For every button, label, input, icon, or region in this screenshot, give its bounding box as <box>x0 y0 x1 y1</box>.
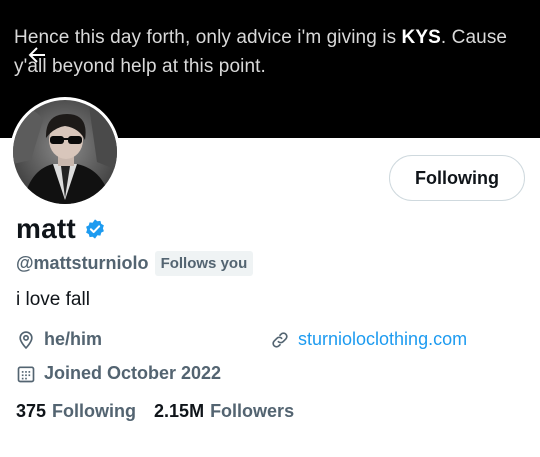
joined-date-item: Joined October 2022 <box>16 363 221 384</box>
pronouns-item: he/him <box>16 329 102 350</box>
following-label: Following <box>52 401 137 421</box>
followers-count: 2.15M <box>154 401 205 421</box>
calendar-icon <box>17 366 35 382</box>
avatar[interactable] <box>10 97 120 207</box>
banner-text-line1-strong: KYS <box>401 27 441 48</box>
back-button[interactable] <box>20 38 54 72</box>
follow-stats: 375 Following 2.15M Followers <box>16 401 294 422</box>
followers-label: Followers <box>210 401 295 421</box>
followers-count-link[interactable]: 2.15M Followers <box>154 401 294 422</box>
handle-row: @mattsturniolo Follows you <box>16 251 254 276</box>
pronouns-text: he/him <box>44 329 103 349</box>
follows-you-badge: Follows you <box>154 251 254 276</box>
website-item: sturnioloclothing.com <box>270 329 467 350</box>
profile-page: Hence this day forth, only advice i'm gi… <box>0 0 540 457</box>
name-row: matt <box>16 213 106 245</box>
display-name: matt <box>16 213 76 244</box>
banner-text: Hence this day forth, only advice i'm gi… <box>14 23 524 81</box>
arrow-left-icon <box>28 47 45 63</box>
bio-text: i love fall <box>16 289 90 310</box>
banner-text-line1-a: Hence this day forth, only advice i'm gi… <box>14 27 402 48</box>
verified-badge-icon[interactable] <box>84 218 106 240</box>
avatar-photo <box>13 100 117 204</box>
following-button[interactable]: Following <box>389 155 525 201</box>
website-link[interactable]: sturnioloclothing.com <box>298 329 467 350</box>
link-icon <box>272 331 288 348</box>
location-pin-icon <box>19 330 33 349</box>
following-count: 375 <box>16 401 47 421</box>
joined-date-text: Joined October 2022 <box>44 363 222 383</box>
banner-text-line1-b: . Cause <box>440 27 508 48</box>
following-count-link[interactable]: 375 Following <box>16 401 136 422</box>
username-handle: @mattsturniolo <box>16 253 149 273</box>
profile-meta-row: he/him sturnioloclothing.com <box>16 329 526 355</box>
